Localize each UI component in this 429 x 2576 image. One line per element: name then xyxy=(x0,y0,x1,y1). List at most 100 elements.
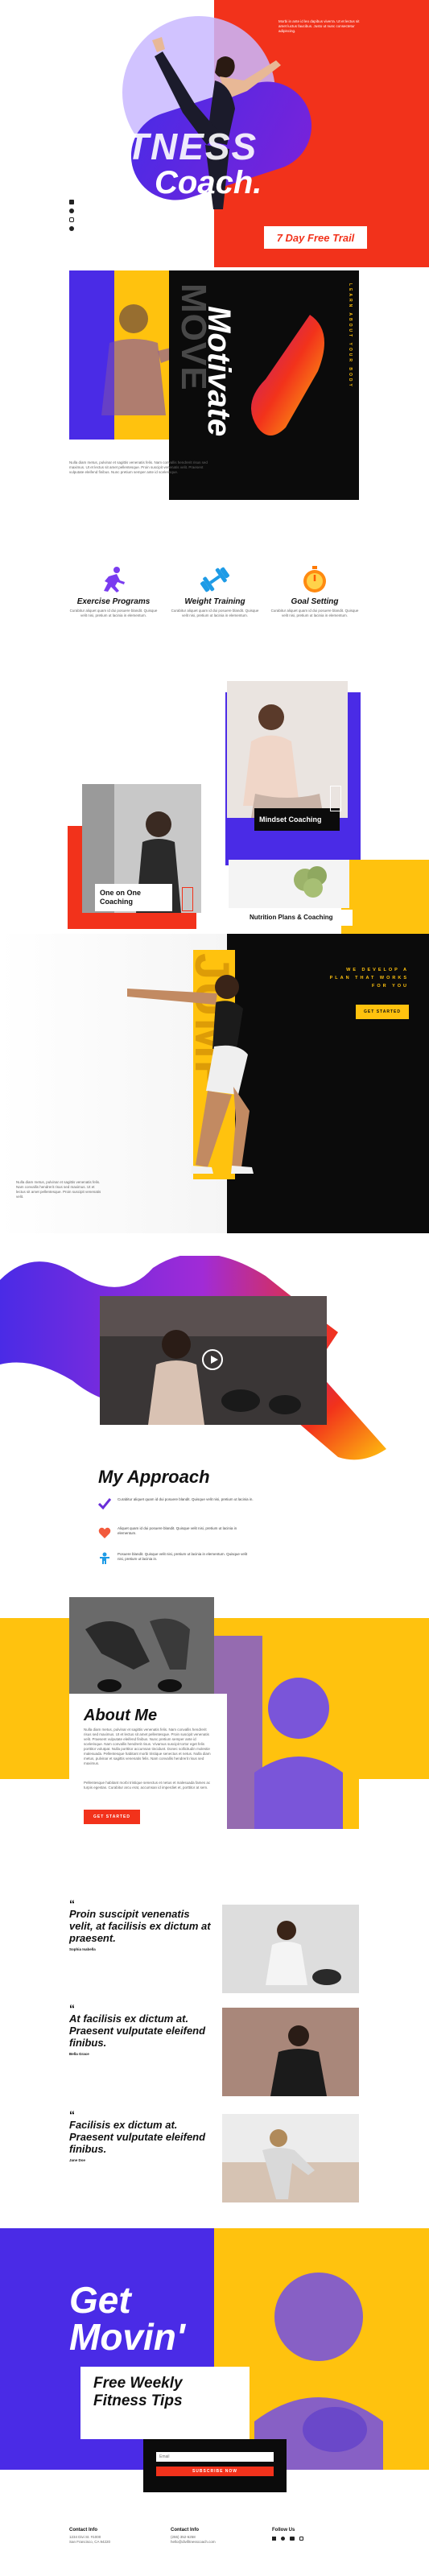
testimonial-name-3: Jane Doe xyxy=(69,2158,86,2162)
footer-contact-title-2: Contact Info xyxy=(171,2528,199,2533)
testimonial-2: “ At facilisis ex dictum at. Praesent vu… xyxy=(69,2002,214,2057)
service-goal: Goal Setting Curabitur aliquet quam id d… xyxy=(270,565,359,618)
subscribe-button[interactable]: SUBSCRIBE NOW xyxy=(156,2467,274,2476)
learn-caption: LEARN ABOUT YOUR BODY xyxy=(348,283,353,389)
service-title-weight: Weight Training xyxy=(184,597,245,606)
person-icon xyxy=(100,1552,109,1564)
quote-icon: “ xyxy=(69,2002,75,2015)
youtube-icon[interactable] xyxy=(290,2537,295,2541)
plan-get-started-button[interactable]: GET STARTED xyxy=(356,1005,409,1019)
testimonials-section: “ Proin suscipit venenatis velit, at fac… xyxy=(0,1892,429,2214)
mindset-card-box xyxy=(330,786,341,811)
about-paragraph-2: Pellentesque habitant morbi tristique se… xyxy=(84,1781,211,1790)
newsletter-section: SUBSCRIBE NOW xyxy=(0,2439,429,2492)
testimonial-quote-2: At facilisis ex dictum at. Praesent vulp… xyxy=(69,2013,206,2049)
footer-social-icons xyxy=(272,2537,361,2541)
facebook-icon[interactable] xyxy=(272,2537,276,2541)
cta-sub-title-line1: Free Weekly xyxy=(93,2375,183,2392)
pinterest-icon[interactable] xyxy=(69,226,74,231)
about-title: About Me xyxy=(84,1707,158,1724)
plan-text-line3: FOR YOU xyxy=(372,984,409,989)
play-button-icon[interactable] xyxy=(202,1349,223,1370)
about-get-started-button[interactable]: GET STARTED xyxy=(84,1810,140,1824)
footer-col-contact: Contact Info (255) 352-6258 hello@divifi… xyxy=(171,2528,259,2545)
plan-text: WE DEVELOP A PLAN THAT WORKS FOR YOU xyxy=(314,966,409,990)
instagram-icon[interactable] xyxy=(69,217,74,222)
testimonial-photo-3 xyxy=(222,2114,359,2202)
twitter-icon[interactable] xyxy=(281,2537,285,2541)
testimonial-name-2: Bella Grace xyxy=(69,2052,89,2056)
one-on-one-card-box xyxy=(182,887,193,911)
cta-sub-title: Free Weekly Fitness Tips xyxy=(93,2375,183,2410)
cta-sub-title-line2: Fitness Tips xyxy=(93,2392,183,2409)
plan-text-line1: WE DEVELOP A xyxy=(346,968,409,972)
word-motivate: Motivate xyxy=(201,306,237,437)
service-text-weight: Curabitur aliquet quam id dui posuere bl… xyxy=(171,609,259,617)
about-paragraph-1: Nulla diam metus, pulvinar et sagittis v… xyxy=(84,1728,211,1765)
testimonial-quote-3: Facilisis ex dictum at. Praesent vulputa… xyxy=(69,2119,206,2155)
motivate-section: MOVE Motivate LEARN ABOUT YOUR BODY Null… xyxy=(0,267,429,509)
testimonial-photo-figure-2 xyxy=(222,2008,359,2096)
email-input[interactable] xyxy=(156,2452,274,2462)
testimonial-1: “ Proin suscipit venenatis velit, at fac… xyxy=(69,1898,214,1952)
one-on-one-label-line1: One on One xyxy=(100,889,142,897)
approach-section: My Approach Curabitur aliquet quam id du… xyxy=(0,1457,429,1586)
testimonial-quote-1: Proin suscipit venenatis velit, at facil… xyxy=(69,1908,211,1944)
footer-address-line2: San Francisco, CA 94220 xyxy=(69,2540,111,2544)
service-weight: Weight Training Curabitur aliquet quam i… xyxy=(171,565,259,618)
about-workout-photo xyxy=(69,1597,214,1706)
motivate-paragraph: Nulla diam metus, pulvinar et sagittis v… xyxy=(69,460,208,474)
nutrition-photo xyxy=(229,860,349,908)
facebook-icon[interactable] xyxy=(69,200,74,204)
cta-title-line2: Movin' xyxy=(69,2316,185,2358)
newsletter-black-box xyxy=(143,2439,287,2492)
hero-section: FITNESS Coach. Morbi in ante id leo dapi… xyxy=(0,0,429,267)
nutrition-yellow-block xyxy=(341,860,429,936)
video-section xyxy=(0,1256,429,1481)
footer-contact-title: Contact Info xyxy=(69,2528,97,2533)
cta-title-line1: Get xyxy=(69,2279,131,2321)
stopwatch-icon xyxy=(303,566,326,592)
testimonial-photo-figure-1 xyxy=(222,1905,359,1993)
approach-item-3: Posuere blandit. Quisque velit nisi, pre… xyxy=(98,1552,259,1565)
services-section: Exercise Programs Curabitur aliquet quam… xyxy=(0,555,429,644)
footer-email[interactable]: hello@divifitnesscoach.com xyxy=(171,2540,259,2545)
about-portrait-figure xyxy=(214,1636,359,1829)
dumbbell-icon xyxy=(200,567,229,592)
approach-text-2: Aliquet quam id dui posuere blandit. Qui… xyxy=(118,1526,237,1535)
mindset-card-label: Mindset Coaching xyxy=(254,808,340,831)
plan-text-line2: PLAN THAT WORKS xyxy=(329,976,409,980)
coaching-cards-section: Mindset Coaching One on One Coaching Nut… xyxy=(0,676,429,936)
checkmark-icon xyxy=(98,1498,111,1510)
footer: Contact Info 1234 Divi St. #1000 San Fra… xyxy=(0,2520,429,2576)
service-text-goal: Curabitur aliquet quam id dui posuere bl… xyxy=(270,609,359,617)
plan-section: JUMP WE DEVELOP A PLAN THAT WORKS FOR YO… xyxy=(0,934,429,1233)
one-on-one-label: One on One Coaching xyxy=(95,884,172,911)
jumping-athlete-figure xyxy=(127,975,254,1174)
running-person-icon xyxy=(104,567,125,592)
service-title-exercise: Exercise Programs xyxy=(76,597,151,606)
social-icons xyxy=(69,200,74,231)
testimonial-photo-figure-3 xyxy=(222,2114,359,2202)
free-trial-button[interactable]: 7 Day Free Trail xyxy=(264,226,367,249)
twitter-icon[interactable] xyxy=(69,208,74,213)
quote-icon: “ xyxy=(69,2108,75,2121)
flame-gradient-shape xyxy=(251,315,324,436)
about-portrait-photo xyxy=(214,1636,359,1829)
heart-icon xyxy=(98,1527,111,1538)
footer-follow-title: Follow Us xyxy=(272,2528,295,2533)
testimonial-name-1: Sophia Isabella xyxy=(69,1947,96,1951)
hero-title-fitness: FITNESS xyxy=(90,126,258,167)
approach-text-1: Curabitur aliquet quam id dui posuere bl… xyxy=(118,1497,254,1501)
service-exercise: Exercise Programs Curabitur aliquet quam… xyxy=(69,565,158,618)
broccoli-figure xyxy=(294,866,327,898)
plan-paragraph: Nulla diam metus, pulvinar et sagittis v… xyxy=(16,1180,101,1199)
testimonial-3: “ Facilisis ex dictum at. Praesent vulpu… xyxy=(69,2108,214,2163)
footer-col-follow: Follow Us xyxy=(272,2528,361,2541)
testimonial-photo-1 xyxy=(222,1905,359,1993)
approach-text-3: Posuere blandit. Quisque velit nisi, pre… xyxy=(118,1552,248,1561)
approach-item-2: Aliquet quam id dui posuere blandit. Qui… xyxy=(98,1526,259,1539)
instagram-icon[interactable] xyxy=(299,2537,303,2541)
service-text-exercise: Curabitur aliquet quam id dui posuere bl… xyxy=(69,609,158,617)
video-player[interactable] xyxy=(100,1296,327,1425)
